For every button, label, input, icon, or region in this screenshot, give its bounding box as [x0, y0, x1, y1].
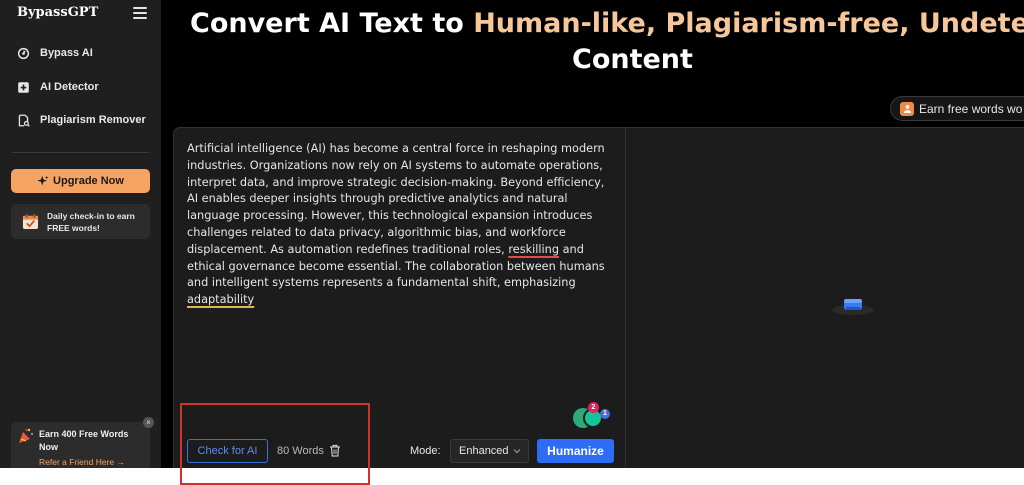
- highlight-annotation-box: [180, 403, 370, 485]
- mode-value: Enhanced: [459, 445, 509, 457]
- sidebar-divider: [12, 152, 149, 153]
- menu-icon[interactable]: [133, 7, 147, 19]
- party-popper-icon: [19, 428, 34, 443]
- input-text-part-1: Artificial intelligence (AI) has become …: [187, 142, 605, 256]
- sidebar-item-label: AI Detector: [40, 81, 99, 93]
- grammar-flag[interactable]: adaptability: [187, 293, 254, 306]
- input-textarea[interactable]: Artificial intelligence (AI) has become …: [187, 141, 612, 309]
- sidebar-item-label: Plagiarism Remover: [40, 114, 146, 126]
- daily-checkin-card[interactable]: Daily check-in to earn FREE words!: [11, 204, 150, 239]
- upgrade-label: Upgrade Now: [53, 175, 124, 187]
- referral-card[interactable]: Earn 400 Free Words Now Refer a Friend H…: [11, 422, 150, 468]
- checkin-text: Daily check-in to earn FREE words!: [47, 210, 135, 234]
- pane-divider: [625, 128, 626, 468]
- mode-label: Mode:: [410, 445, 441, 457]
- user-icon: [900, 101, 914, 116]
- sidebar-item-bypass-ai[interactable]: Bypass AI: [16, 43, 93, 63]
- referral-title: Earn 400 Free Words Now: [39, 429, 129, 452]
- title-highlight: Human-like, Plagiarism-free, Undetectab: [473, 8, 1024, 39]
- checkin-line-1: Daily check-in to earn: [47, 210, 135, 221]
- loading-icon: [832, 299, 874, 315]
- plus-square-icon: [16, 80, 30, 94]
- document-search-icon: [16, 113, 30, 127]
- refresh-icon: [16, 46, 30, 60]
- sidebar-item-ai-detector[interactable]: AI Detector: [16, 77, 99, 97]
- title-prefix: Convert AI Text to: [190, 8, 474, 39]
- app-window: BypassGPT Bypass AI AI Detector Plagiari…: [0, 0, 1024, 468]
- close-icon[interactable]: ×: [143, 417, 154, 428]
- title-line-2: Content: [572, 44, 693, 75]
- page-title: Convert AI Text to Human-like, Plagiaris…: [190, 6, 1024, 75]
- calendar-icon: [22, 213, 39, 230]
- sparkle-icon: [37, 175, 49, 186]
- earn-free-words-button[interactable]: Earn free words wo: [890, 96, 1024, 121]
- upgrade-button[interactable]: Upgrade Now: [11, 169, 150, 193]
- checkin-line-2: FREE words!: [47, 222, 100, 233]
- brand-logo: BypassGPT: [17, 5, 99, 20]
- earn-pill-label: Earn free words wo: [919, 101, 1023, 116]
- spelling-flag[interactable]: reskilling: [508, 243, 559, 256]
- grammar-count-badge-2: 1: [600, 409, 610, 419]
- chevron-down-icon: [513, 449, 521, 454]
- sidebar-item-label: Bypass AI: [40, 47, 93, 59]
- referral-link[interactable]: Refer a Friend Here →: [39, 457, 125, 467]
- mode-select[interactable]: Enhanced: [450, 439, 529, 463]
- grammar-checker-badge[interactable]: 2 1: [573, 402, 613, 428]
- grammar-count-badge: 2: [588, 402, 599, 413]
- humanize-button[interactable]: Humanize: [537, 439, 614, 463]
- sidebar: BypassGPT Bypass AI AI Detector Plagiari…: [0, 0, 161, 468]
- sidebar-item-plagiarism-remover[interactable]: Plagiarism Remover: [16, 110, 146, 130]
